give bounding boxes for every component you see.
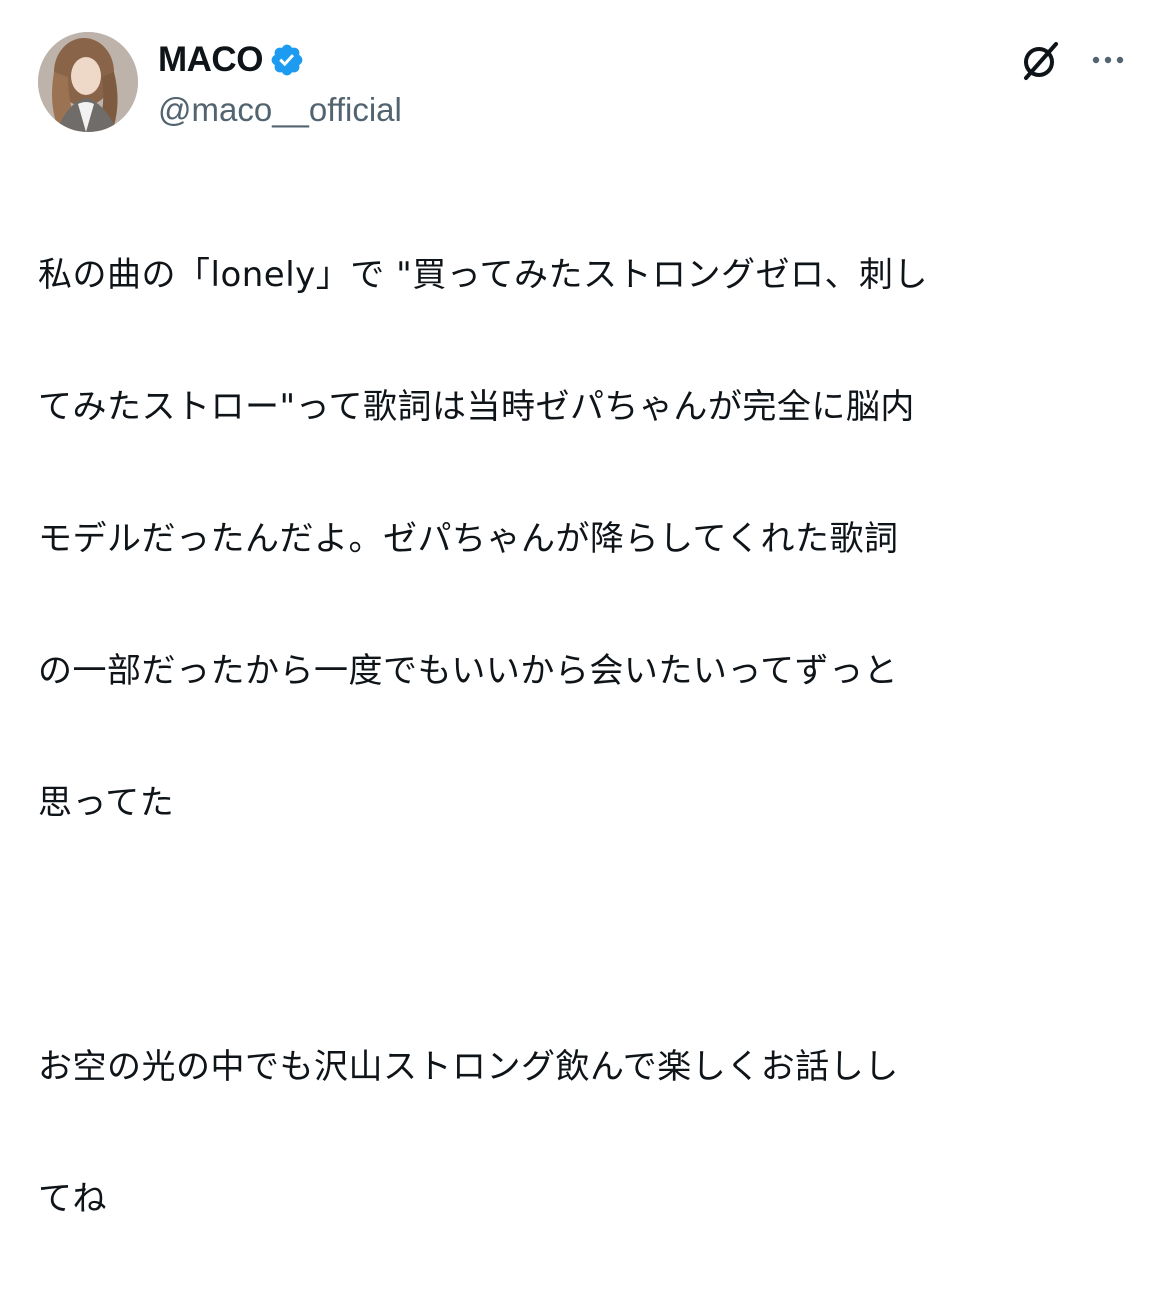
tweet-line: モデルだったんだよ。ゼパちゃんが降らしてくれた歌詞 bbox=[38, 519, 899, 559]
tweet-line: 思ってた bbox=[38, 783, 175, 823]
tweet-line: 私の曲の「lonely」で "買ってみたストロングゼロ、刺し bbox=[38, 255, 929, 295]
more-options-icon[interactable] bbox=[1090, 48, 1130, 72]
tweet-line: の一部だったから一度でもいいから会いたいってずっと bbox=[38, 651, 899, 691]
tweet-body: 私の曲の「lonely」で "買ってみたストロングゼロ、刺し てみたストロー"っ… bbox=[38, 176, 1128, 1298]
grok-icon[interactable] bbox=[1018, 38, 1064, 84]
tweet-line: お空の光の中でも沢山ストロング飲んで楽しくお話しし bbox=[38, 1047, 899, 1087]
verified-badge-icon[interactable] bbox=[269, 42, 305, 78]
author-handle[interactable]: @maco__official bbox=[158, 88, 402, 132]
avatar-photo-icon bbox=[38, 32, 138, 132]
avatar[interactable] bbox=[38, 32, 138, 132]
tweet-card: MACO @maco__official 私の曲の「lonely」で "買ってみ… bbox=[0, 0, 1154, 1219]
tweet-line: てね bbox=[38, 1179, 107, 1219]
display-name[interactable]: MACO bbox=[158, 40, 263, 80]
author-name-row: MACO bbox=[158, 38, 305, 82]
tweet-line: てみたストロー"って歌詞は当時ゼパちゃんが完全に脳内 bbox=[38, 387, 915, 427]
